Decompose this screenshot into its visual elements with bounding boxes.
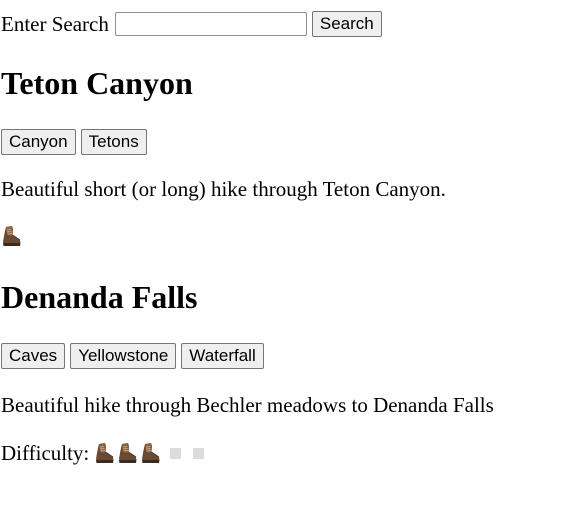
difficulty-rating: Difficulty:: [1, 441, 205, 465]
search-input[interactable]: [114, 12, 307, 36]
tag-button-caves[interactable]: Caves: [1, 343, 66, 369]
trail-tags: Caves Yellowstone Waterfall: [1, 343, 264, 369]
hiking-boot-icon: [140, 442, 161, 464]
difficulty-rating: [1, 225, 24, 247]
search-button[interactable]: Search: [311, 11, 382, 37]
difficulty-label: Difficulty:: [1, 441, 90, 465]
trail-card-teton-canyon: Teton Canyon Canyon Tetons Beautiful sho…: [1, 65, 446, 246]
trail-card-denanda-falls: Denanda Falls Caves Yellowstone Waterfal…: [1, 279, 494, 465]
trail-tags: Canyon Tetons: [1, 129, 147, 155]
empty-rating-box-icon: [170, 447, 182, 459]
tag-button-yellowstone[interactable]: Yellowstone: [70, 343, 177, 369]
tag-button-tetons[interactable]: Tetons: [80, 129, 147, 155]
trail-title: Denanda Falls: [1, 279, 198, 315]
empty-rating-box-icon: [193, 447, 205, 459]
hiking-boot-icon: [117, 442, 138, 464]
tag-button-waterfall[interactable]: Waterfall: [181, 343, 264, 369]
trail-description: Beautiful short (or long) hike through T…: [1, 177, 446, 201]
trail-title: Teton Canyon: [1, 65, 193, 101]
hiking-boot-icon: [1, 225, 22, 247]
hiking-boot-icon: [94, 442, 115, 464]
tag-button-canyon[interactable]: Canyon: [1, 129, 76, 155]
search-bar: Enter Search Search: [1, 10, 382, 38]
trail-description: Beautiful hike through Bechler meadows t…: [1, 393, 494, 417]
search-label: Enter Search: [1, 12, 109, 36]
